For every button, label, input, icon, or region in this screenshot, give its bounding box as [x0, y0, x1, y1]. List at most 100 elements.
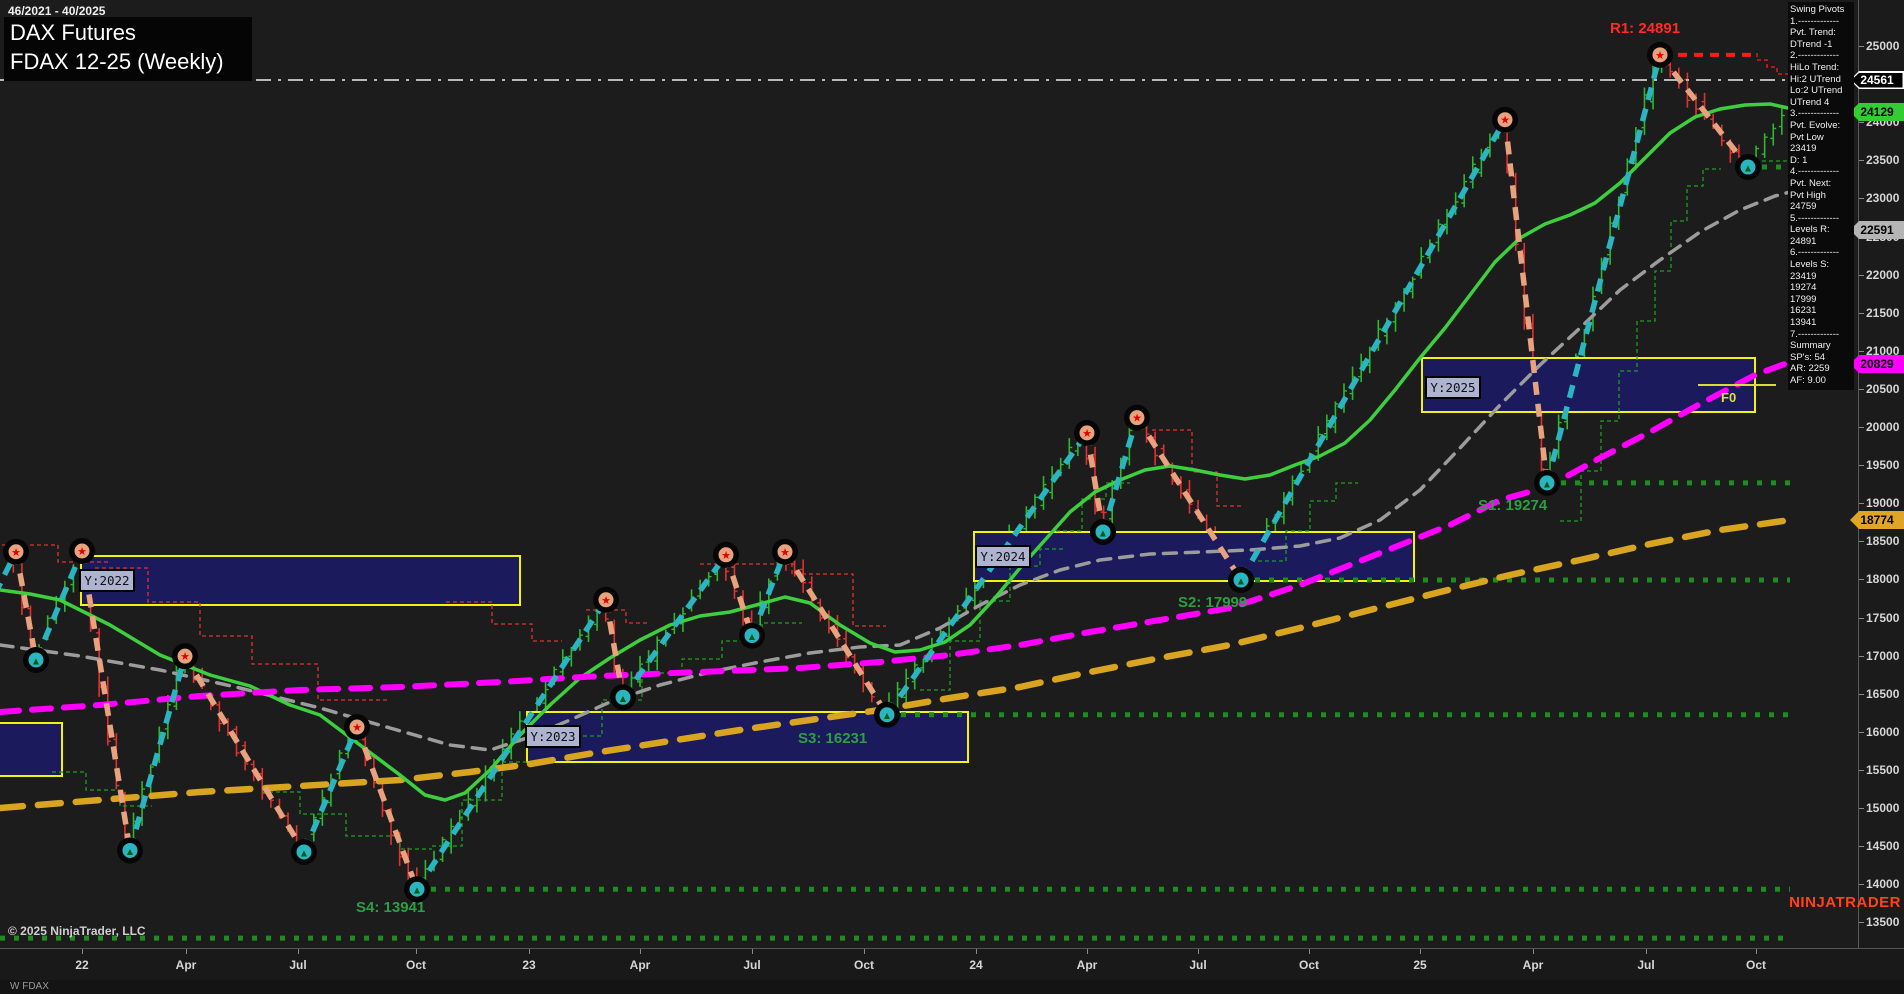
- swing-panel-line: AF: 9.00: [1790, 375, 1826, 386]
- swing-panel-line: 23419: [1790, 143, 1817, 155]
- year-chip[interactable]: Y:2025: [1425, 376, 1481, 399]
- swing-low-marker[interactable]: ▲: [1228, 567, 1254, 594]
- price-tick-label: 13500: [1866, 915, 1900, 929]
- price-badge-24561: 24561: [1850, 71, 1904, 89]
- price-tick: [1859, 579, 1864, 580]
- chart-annotation-label: R1: 24891: [1610, 20, 1680, 37]
- time-tick-label: 24: [969, 958, 983, 972]
- time-tick: [186, 949, 187, 954]
- price-badge-20829: 20829: [1850, 355, 1904, 373]
- price-tick: [1859, 846, 1864, 847]
- time-axis[interactable]: 22 Apr Jul Oct 23 Apr Jul Oct 24 Apr Jul Oct 25 Apr Ju…: [0, 948, 1904, 981]
- year-chip[interactable]: Y:2023: [525, 725, 581, 748]
- chart-annotation-label: S3: 16231: [798, 730, 867, 747]
- time-tick-label: 25: [1413, 958, 1427, 972]
- swing-high-marker[interactable]: ★: [713, 541, 739, 568]
- swing-low-marker[interactable]: ▲: [610, 684, 636, 711]
- swing-panel-line: 6.-------------: [1790, 247, 1840, 259]
- year-chip[interactable]: Y:2024: [975, 545, 1031, 568]
- price-tick: [1859, 313, 1864, 314]
- swing-panel-line: 1.-------------: [1790, 15, 1840, 27]
- time-tick: [640, 949, 641, 954]
- svg-text:Y:2025: Y:2025: [1430, 380, 1475, 395]
- year-chip[interactable]: Y:2022: [79, 569, 135, 592]
- swing-panel-line: 19274: [1790, 282, 1817, 294]
- price-tick: [1859, 808, 1864, 809]
- price-tick-label: 17000: [1866, 649, 1900, 663]
- price-tick-label: 17500: [1866, 611, 1900, 625]
- time-tick: [1198, 949, 1199, 954]
- price-tick: [1859, 389, 1864, 390]
- swing-panel-line: 7.-------------: [1790, 328, 1840, 340]
- price-chart-canvas[interactable]: ★ ▲ ★ ▲ ★ ▲ ★ ▲ ★ ▲ ★ ▲ ★ ▲ ★ ▲ ★ ▲ ★ ▲ ★ ▲ Y:2022 Y:2023 Y:2024…: [0, 0, 1858, 948]
- price-tick-label: 21500: [1866, 306, 1900, 320]
- price-badge-24129: 24129: [1850, 103, 1904, 121]
- swing-panel-line: 5.-------------: [1790, 212, 1840, 224]
- swing-panel-line: DTrend -1: [1790, 38, 1833, 50]
- swing-high-marker[interactable]: ★: [69, 537, 95, 564]
- swing-high-marker[interactable]: ★: [344, 714, 370, 741]
- svg-text:Y:2024: Y:2024: [980, 549, 1025, 564]
- time-tick: [82, 949, 83, 954]
- time-tick: [1756, 949, 1757, 954]
- time-tick: [298, 949, 299, 954]
- time-tick-label: Oct: [853, 958, 875, 972]
- swing-panel-line: 16231: [1790, 305, 1817, 317]
- swing-panel-line: Pvt. Next:: [1790, 177, 1832, 189]
- swing-high-marker[interactable]: ★: [772, 538, 798, 565]
- swing-high-marker[interactable]: ★: [593, 586, 619, 613]
- swing-panel-line: Hi:2 UTrend: [1790, 73, 1841, 85]
- price-tick: [1859, 275, 1864, 276]
- price-axis[interactable]: 2500024500240002350023000225002200021500…: [1850, 0, 1904, 948]
- time-tick: [752, 949, 753, 954]
- swing-panel-line: Pvt. Trend:: [1790, 27, 1836, 39]
- swing-panel-line: Pvt High: [1790, 189, 1826, 201]
- time-tick-label: Jul: [1189, 958, 1207, 972]
- swing-panel-line: Summary: [1790, 340, 1831, 352]
- time-tick: [1533, 949, 1534, 954]
- svg-text:★: ★: [180, 650, 190, 663]
- time-tick: [1420, 949, 1421, 954]
- swing-low-marker[interactable]: ▲: [117, 837, 143, 864]
- price-tick-label: 16000: [1866, 725, 1900, 739]
- svg-text:▲: ▲: [620, 694, 627, 703]
- svg-text:★: ★: [1082, 427, 1092, 440]
- swing-panel-line: Levels S:: [1790, 259, 1830, 271]
- swing-panel-line: 23419: [1790, 270, 1817, 282]
- year-range-box: [0, 722, 63, 777]
- swing-high-marker[interactable]: ★: [3, 538, 29, 565]
- swing-high-marker[interactable]: ★: [1074, 419, 1100, 446]
- swing-low-marker[interactable]: ▲: [291, 838, 317, 865]
- swing-panel-line: AR: 2259: [1790, 363, 1830, 375]
- swing-high-marker[interactable]: ★: [1647, 41, 1673, 68]
- swing-high-marker[interactable]: ★: [1492, 106, 1518, 133]
- price-tick: [1859, 694, 1864, 695]
- time-tick-label: 23: [522, 958, 536, 972]
- price-tick-label: 15000: [1866, 801, 1900, 815]
- swing-panel-line: 17999: [1790, 293, 1817, 305]
- swing-low-marker[interactable]: ▲: [874, 701, 900, 728]
- swing-low-marker[interactable]: ▲: [1735, 154, 1761, 181]
- swing-low-marker[interactable]: ▲: [1090, 518, 1116, 545]
- svg-text:★: ★: [780, 546, 790, 559]
- swing-low-marker[interactable]: ▲: [739, 622, 765, 649]
- trailing-step-line: [446, 601, 562, 642]
- tab-w-fdax[interactable]: W FDAX: [10, 981, 49, 992]
- swing-high-marker[interactable]: ★: [1124, 404, 1150, 431]
- svg-text:★: ★: [1655, 49, 1665, 62]
- time-tick-label: Oct: [1298, 958, 1320, 972]
- price-tick-label: 18000: [1866, 572, 1900, 586]
- magenta-moving-average: [0, 359, 1792, 715]
- chart-annotation-label: F0: [1721, 390, 1736, 405]
- swing-pivots-panel: Swing Pivots 1.------------- Pvt. Trend: DT…: [1788, 2, 1854, 390]
- price-tick-label: 25000: [1866, 39, 1900, 53]
- swing-low-marker[interactable]: ▲: [23, 646, 49, 673]
- swing-panel-line: 2.-------------: [1790, 50, 1840, 62]
- contract-label: FDAX 12-25 (Weekly): [10, 49, 224, 74]
- swing-low-marker[interactable]: ▲: [1534, 469, 1560, 496]
- swing-high-marker[interactable]: ★: [172, 643, 198, 670]
- time-tick: [416, 949, 417, 954]
- svg-text:▲: ▲: [33, 656, 40, 665]
- time-tick-label: Apr: [175, 958, 197, 972]
- ninjatrader-logo: NINJATRADER: [1789, 894, 1901, 911]
